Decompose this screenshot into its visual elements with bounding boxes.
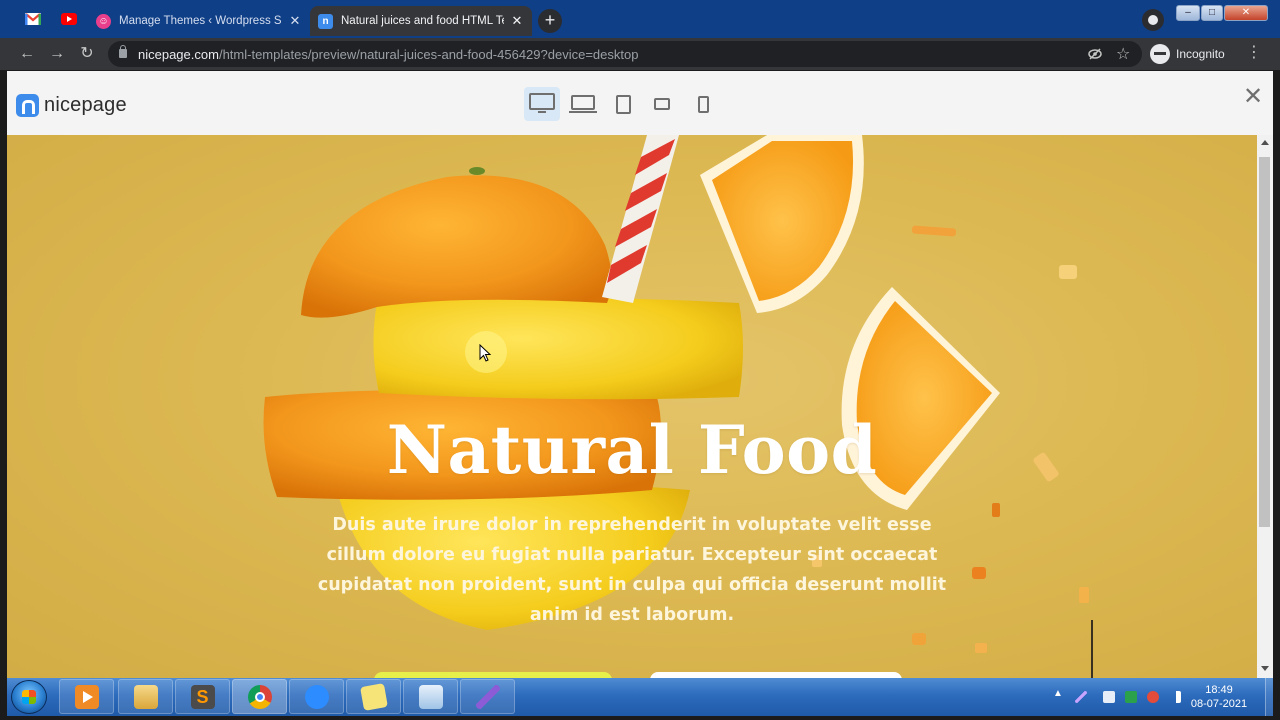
- tab-manage-themes[interactable]: ☺ Manage Themes ‹ Wordpress Sit ✕: [88, 6, 310, 36]
- scroll-up-icon[interactable]: [1261, 140, 1269, 145]
- network-tray-icon[interactable]: [1169, 691, 1181, 703]
- show-desktop-button[interactable]: [1265, 678, 1273, 716]
- volume-tray-icon[interactable]: [1147, 691, 1159, 703]
- incognito-icon: [1150, 44, 1170, 64]
- logo-text: nicepage: [44, 93, 127, 116]
- incognito-label: Incognito: [1176, 47, 1225, 61]
- url-text: nicepage.com/html-templates/preview/natu…: [138, 47, 638, 62]
- device-phone-button[interactable]: [685, 87, 721, 121]
- address-bar[interactable]: nicepage.com/html-templates/preview/natu…: [108, 41, 1142, 67]
- taskbar-app-explorer[interactable]: [118, 679, 173, 714]
- windows-taskbar: S ▲ 18:49 08-07-2021: [7, 678, 1273, 716]
- device-desktop-button[interactable]: [524, 87, 560, 121]
- youtube-icon: [61, 13, 77, 25]
- sticky-notes-icon: [359, 682, 388, 711]
- gmail-tab[interactable]: [22, 8, 44, 30]
- hero-title: Natural Food: [386, 411, 878, 489]
- zoom-icon: [304, 684, 329, 709]
- scroll-down-icon[interactable]: [1261, 666, 1269, 671]
- taskbar-clock[interactable]: 18:49 08-07-2021: [1187, 683, 1251, 711]
- eye-off-icon[interactable]: [1088, 47, 1102, 61]
- desktop-icon: [529, 93, 555, 115]
- mouse-cursor-icon: [479, 344, 491, 362]
- incognito-profile[interactable]: Incognito: [1150, 43, 1225, 65]
- file-explorer-icon: [133, 684, 158, 709]
- tablet-landscape-icon: [654, 98, 670, 110]
- forward-icon[interactable]: →: [47, 44, 67, 64]
- notepad-icon: [418, 684, 443, 709]
- clock-time: 18:49: [1205, 684, 1233, 696]
- window-close-button[interactable]: ✕: [1224, 5, 1268, 21]
- device-tablet-landscape-button[interactable]: [644, 87, 680, 121]
- reload-icon[interactable]: ↻: [77, 44, 97, 64]
- laptop-icon: [569, 95, 597, 113]
- show-hidden-icons-icon[interactable]: ▲: [1053, 688, 1063, 699]
- screen: ☺ Manage Themes ‹ Wordpress Sit ✕ n Natu…: [0, 0, 1280, 720]
- sublime-text-icon: S: [190, 684, 215, 709]
- taskbar-app-sticky-notes[interactable]: [346, 679, 401, 714]
- taskbar-app-zoom[interactable]: [289, 679, 344, 714]
- hero-paragraph: Duis aute irure dolor in reprehenderit i…: [317, 515, 947, 625]
- phone-icon: [697, 95, 709, 113]
- chrome-icon: [247, 684, 272, 709]
- nicepage-icon: n: [318, 13, 333, 29]
- restore-button[interactable]: □: [1201, 5, 1223, 21]
- pen-app-icon: [475, 684, 500, 709]
- hero-section: Natural Food Duis aute irure dolor in re…: [7, 135, 1257, 678]
- security-tray-icon[interactable]: [1125, 691, 1137, 703]
- taskbar-app-sublime[interactable]: S: [175, 679, 230, 714]
- taskbar-app-media-player[interactable]: [59, 679, 114, 714]
- clipboard-tray-icon[interactable]: [1103, 691, 1115, 703]
- tab-close-icon[interactable]: ✕: [510, 13, 524, 29]
- minimize-button[interactable]: –: [1176, 5, 1200, 21]
- tab-close-icon[interactable]: ✕: [288, 13, 302, 29]
- taskbar-app-notepad[interactable]: [403, 679, 458, 714]
- browser-toolbar: ← → ↻ nicepage.com/html-templates/previe…: [0, 38, 1280, 70]
- lock-icon[interactable]: [119, 45, 127, 58]
- wordpress-themes-icon: ☺: [96, 13, 111, 29]
- back-icon[interactable]: ←: [17, 44, 37, 64]
- bookmark-star-icon[interactable]: ☆: [1116, 44, 1130, 64]
- taskbar-app-pen[interactable]: [460, 679, 515, 714]
- pen-tray-icon[interactable]: [1075, 691, 1087, 703]
- clock-date: 08-07-2021: [1190, 698, 1248, 710]
- nicepage-logo-icon: [16, 93, 39, 117]
- tab-search-icon[interactable]: [1142, 9, 1164, 31]
- start-button[interactable]: [11, 680, 47, 714]
- tab-title: Manage Themes ‹ Wordpress Sit: [119, 15, 282, 27]
- new-tab-button[interactable]: +: [538, 9, 562, 33]
- page-scrollbar[interactable]: [1257, 135, 1273, 678]
- device-tablet-button[interactable]: [605, 87, 641, 121]
- media-player-icon: [74, 684, 99, 709]
- preview-header: nicepage ✕: [7, 71, 1273, 135]
- gmail-icon: [25, 13, 41, 25]
- tab-natural-juices[interactable]: n Natural juices and food HTML Te ✕: [310, 6, 532, 36]
- url-host: nicepage.com: [138, 47, 219, 62]
- tablet-icon: [615, 94, 631, 114]
- taskbar-app-chrome[interactable]: [232, 679, 287, 714]
- browser-menu-icon[interactable]: ⋮: [1246, 44, 1262, 62]
- url-path: /html-templates/preview/natural-juices-a…: [218, 47, 639, 62]
- scroll-thumb[interactable]: [1259, 157, 1270, 527]
- nicepage-logo[interactable]: nicepage: [16, 93, 127, 117]
- youtube-tab[interactable]: [58, 8, 80, 30]
- close-preview-icon[interactable]: ✕: [1241, 85, 1265, 109]
- device-laptop-button[interactable]: [565, 87, 601, 121]
- tab-title: Natural juices and food HTML Te: [341, 15, 504, 27]
- browser-tab-strip: ☺ Manage Themes ‹ Wordpress Sit ✕ n Natu…: [0, 0, 1280, 38]
